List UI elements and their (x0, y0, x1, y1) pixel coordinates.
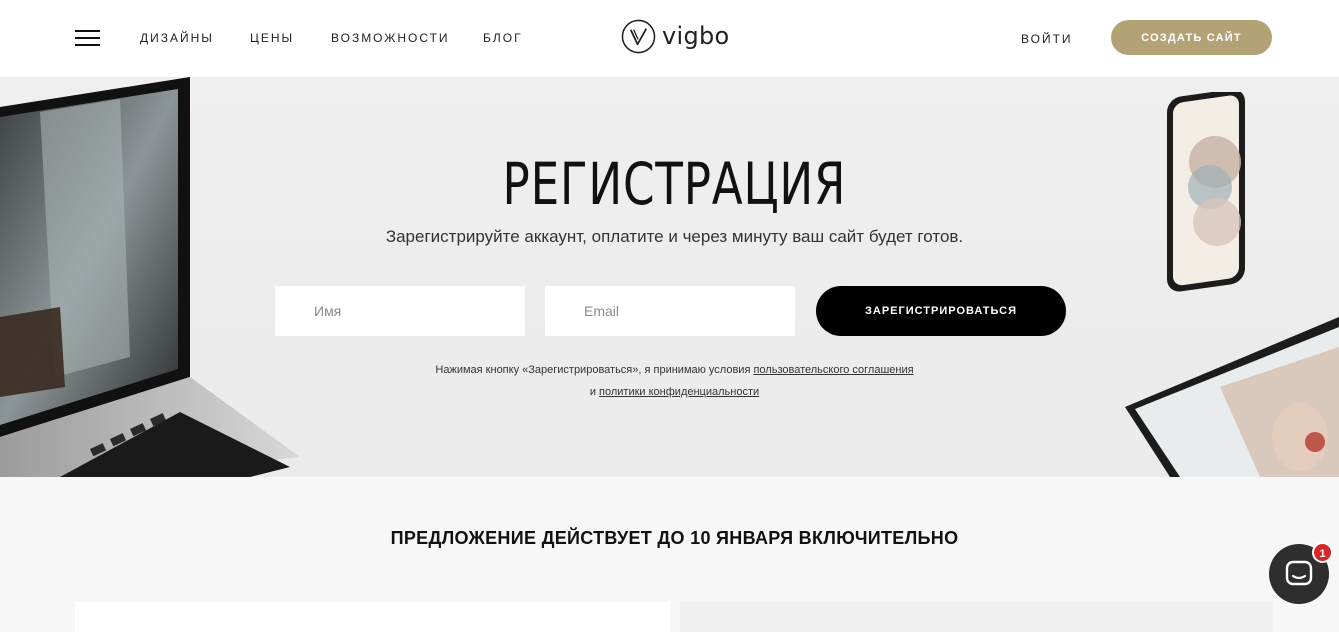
site-header: ДИЗАЙНЫ ЦЕНЫ ВОЗМОЖНОСТИ БЛОГ vigbo ВОЙТ… (0, 0, 1339, 77)
chat-unread-badge: 1 (1312, 542, 1333, 563)
nav-features-link[interactable]: ВОЗМОЖНОСТИ (331, 31, 450, 45)
register-button[interactable]: ЗАРЕГИСТРИРОВАТЬСЯ (816, 286, 1066, 336)
privacy-text: и (589, 386, 600, 398)
create-site-button[interactable]: СОЗДАТЬ САЙТ (1111, 20, 1272, 55)
vigbo-logo-icon (621, 19, 656, 53)
offer-heading: ПРЕДЛОЖЕНИЕ ДЕЙСТВУЕТ ДО 10 ЯНВАРЯ ВКЛЮЧ… (390, 528, 959, 548)
laptop-illustration (0, 77, 300, 477)
terms-text: Нажимая кнопку «Зарегистрироваться», я п… (435, 364, 754, 376)
user-agreement-link[interactable]: пользовательского соглашения (753, 364, 913, 376)
email-input[interactable] (545, 286, 795, 336)
nav-blog-link[interactable]: БЛОГ (483, 31, 523, 45)
login-link[interactable]: ВОЙТИ (1021, 32, 1073, 46)
logo-text: vigbo (662, 22, 730, 50)
logo[interactable]: vigbo (621, 18, 730, 54)
name-input[interactable] (275, 286, 525, 336)
registration-hero: РЕГИСТРАЦИЯ Зарегистрируйте аккаунт, опл… (0, 77, 1339, 477)
terms-notice: Нажимая кнопку «Зарегистрироваться», я п… (0, 359, 1339, 403)
plan-card-right (680, 602, 1273, 632)
nav-designs-link[interactable]: ДИЗАЙНЫ (140, 31, 214, 45)
privacy-policy-link[interactable]: политики конфиденциальности (599, 386, 759, 398)
hero-subtitle: Зарегистрируйте аккаунт, оплатите и чере… (385, 227, 964, 246)
nav-prices-link[interactable]: ЦЕНЫ (250, 31, 294, 45)
page-title: РЕГИСТРАЦИЯ (502, 150, 847, 218)
menu-icon[interactable] (75, 28, 100, 47)
chat-icon (1285, 560, 1313, 586)
plan-card-left (75, 602, 670, 632)
